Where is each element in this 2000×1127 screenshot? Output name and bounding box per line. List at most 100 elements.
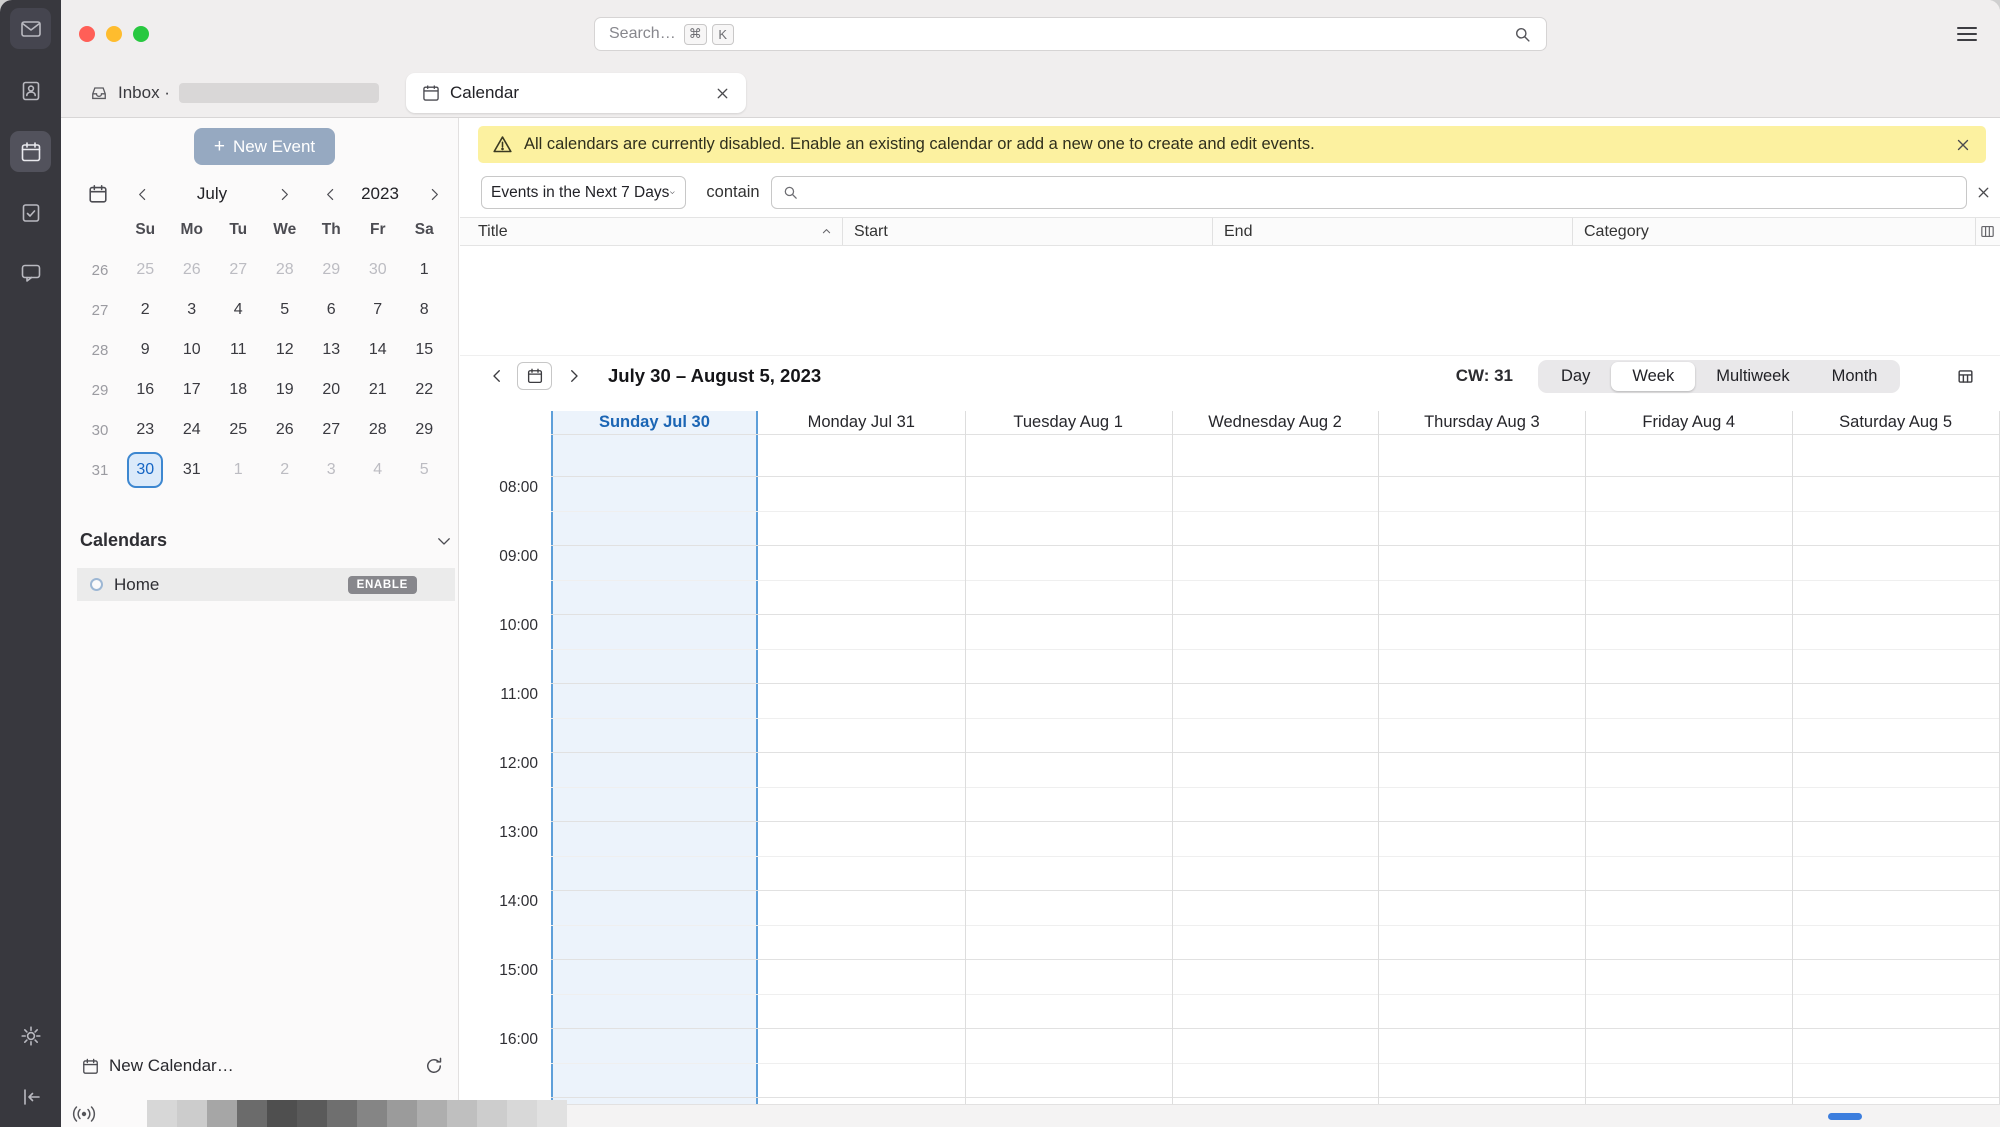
horizontal-scrollbar[interactable] [460,1104,2000,1127]
day-column[interactable] [758,434,965,1104]
day-column[interactable] [965,434,1172,1104]
chat-space-button[interactable] [10,252,51,293]
prev-week-button[interactable] [485,364,509,388]
mini-cal-date[interactable]: 31 [169,450,216,490]
mini-cal-date[interactable]: 20 [308,370,355,410]
sync-calendars-button[interactable] [424,1056,444,1076]
day-column-header[interactable]: Tuesday Aug 1 [965,411,1172,434]
mini-cal-date[interactable]: 24 [169,410,216,450]
day-column[interactable] [1378,434,1585,1104]
day-column-header[interactable]: Sunday Jul 30 [551,411,758,434]
close-tab-button[interactable] [714,85,731,102]
column-header-title[interactable]: Title [460,218,843,245]
mini-cal-date[interactable]: 23 [122,410,169,450]
mini-cal-date[interactable]: 2 [122,290,169,330]
mail-space-button[interactable] [10,8,51,49]
mini-cal-date[interactable]: 26 [262,410,309,450]
zoom-window-button[interactable] [133,26,149,42]
mini-cal-date[interactable]: 4 [215,290,262,330]
new-calendar-row[interactable]: New Calendar… [81,1050,444,1082]
go-to-today-button[interactable] [517,362,552,390]
tasks-space-button[interactable] [10,192,51,233]
scrollbar-thumb[interactable] [1828,1113,1862,1120]
mini-cal-date[interactable]: 5 [262,290,309,330]
calendar-space-button[interactable] [10,131,51,172]
prev-year-button[interactable] [322,186,339,203]
day-column[interactable] [1585,434,1792,1104]
day-column-header[interactable]: Thursday Aug 3 [1378,411,1585,434]
mini-cal-date[interactable]: 25 [215,410,262,450]
day-column[interactable] [1172,434,1379,1104]
app-menu-button[interactable] [1954,23,1980,45]
mini-cal-date[interactable]: 30 [355,250,402,290]
mini-cal-date[interactable]: 27 [308,410,355,450]
rotate-view-button[interactable] [1953,364,1977,388]
day-column-header[interactable]: Saturday Aug 5 [1792,411,1999,434]
day-column[interactable] [551,434,758,1104]
mini-cal-date[interactable]: 4 [355,450,402,490]
prev-month-button[interactable] [134,186,151,203]
mini-cal-date[interactable]: 3 [169,290,216,330]
calendars-collapse-button[interactable] [435,532,453,550]
mini-cal-date[interactable]: 28 [355,410,402,450]
mini-cal-date[interactable]: 11 [215,330,262,370]
mini-cal-date[interactable]: 2 [262,450,309,490]
next-week-button[interactable] [562,364,586,388]
mini-cal-date[interactable]: 27 [215,250,262,290]
mini-cal-date[interactable]: 12 [262,330,309,370]
day-column[interactable] [1792,434,1999,1104]
mini-cal-date[interactable]: 30 [122,450,169,490]
view-option-month[interactable]: Month [1811,362,1899,391]
column-header-end[interactable]: End [1213,218,1573,245]
day-column-header[interactable]: Monday Jul 31 [758,411,965,434]
mini-cal-date[interactable]: 18 [215,370,262,410]
view-option-week[interactable]: Week [1611,362,1696,391]
mini-cal-date[interactable]: 1 [401,250,448,290]
mini-cal-date[interactable]: 9 [122,330,169,370]
settings-button[interactable] [10,1015,51,1056]
mini-cal-date[interactable]: 28 [262,250,309,290]
new-event-button[interactable]: + New Event [194,128,335,165]
address-book-space-button[interactable] [10,70,51,111]
mini-cal-date[interactable]: 8 [401,290,448,330]
mini-cal-date[interactable]: 25 [122,250,169,290]
mini-cal-date[interactable]: 29 [401,410,448,450]
mini-cal-date[interactable]: 21 [355,370,402,410]
mini-cal-date[interactable]: 16 [122,370,169,410]
enable-calendar-button[interactable]: ENABLE [347,575,417,594]
view-option-day[interactable]: Day [1540,362,1611,391]
tab-calendar[interactable]: Calendar [406,73,746,113]
mini-cal-date[interactable]: 6 [308,290,355,330]
column-picker-button[interactable] [1976,218,2000,245]
collapse-sidebar-button[interactable] [10,1076,51,1117]
mini-calendar-picker-button[interactable] [87,183,109,205]
column-header-category[interactable]: Category [1573,218,1976,245]
next-year-button[interactable] [426,186,443,203]
close-window-button[interactable] [79,26,95,42]
mini-cal-date[interactable]: 22 [401,370,448,410]
next-month-button[interactable] [276,186,293,203]
event-filter-input[interactable] [771,176,1967,209]
calendar-list-item-home[interactable]: Home ENABLE [77,568,455,601]
day-column-header[interactable]: Wednesday Aug 2 [1172,411,1379,434]
event-range-dropdown[interactable]: Events in the Next 7 Days [481,176,686,209]
tab-inbox[interactable]: Inbox · [77,73,405,113]
mini-cal-date[interactable]: 5 [401,450,448,490]
view-option-multiweek[interactable]: Multiweek [1695,362,1810,391]
mini-cal-date[interactable]: 13 [308,330,355,370]
mini-cal-date[interactable]: 14 [355,330,402,370]
global-search-input[interactable]: Search… ⌘ K [594,17,1547,51]
mini-cal-date[interactable]: 29 [308,250,355,290]
mini-cal-date[interactable]: 19 [262,370,309,410]
mini-cal-date[interactable]: 17 [169,370,216,410]
minimize-window-button[interactable] [106,26,122,42]
mini-cal-date[interactable]: 3 [308,450,355,490]
mini-cal-date[interactable]: 7 [355,290,402,330]
day-column-header[interactable]: Friday Aug 4 [1585,411,1792,434]
dismiss-banner-button[interactable] [1954,136,1972,154]
column-header-start[interactable]: Start [843,218,1213,245]
clear-filter-button[interactable] [1973,182,1993,202]
mini-cal-date[interactable]: 26 [169,250,216,290]
mini-cal-date[interactable]: 10 [169,330,216,370]
mini-cal-date[interactable]: 15 [401,330,448,370]
